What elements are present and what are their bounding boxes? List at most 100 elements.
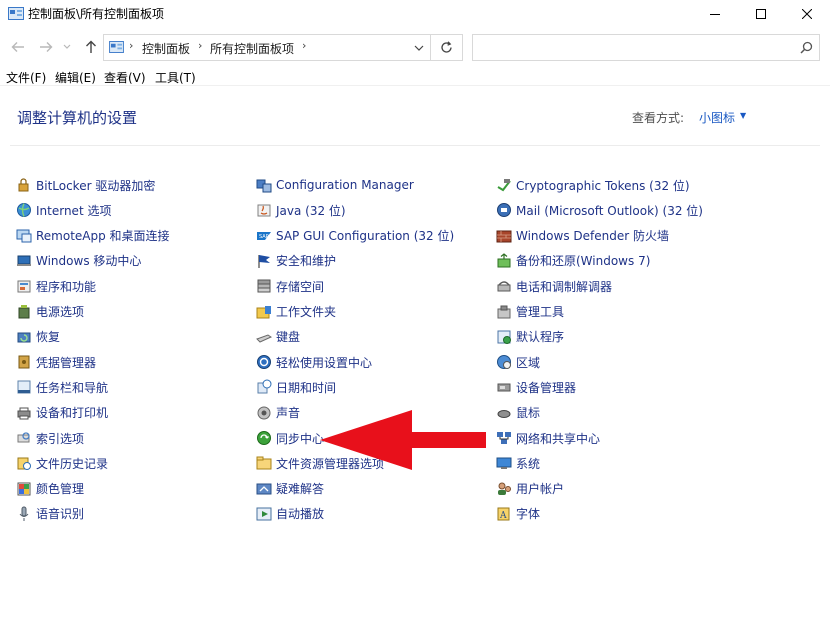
keyboard-icon: [256, 334, 272, 343]
control-panel-item[interactable]: SAP SAP GUI Configuration (32 位): [256, 226, 454, 246]
control-panel-item[interactable]: 恢复: [16, 327, 60, 347]
control-panel-item[interactable]: A 字体: [496, 504, 540, 524]
search-box[interactable]: [472, 34, 820, 61]
control-panel-item-label: 网络和共享中心: [516, 431, 601, 446]
window-title: 控制面板\所有控制面板项: [28, 7, 165, 21]
search-input[interactable]: [479, 35, 789, 59]
control-panel-item[interactable]: 网络和共享中心: [496, 428, 600, 448]
control-panel-item-label: 自动播放: [276, 507, 325, 522]
refresh-icon: [441, 41, 452, 53]
control-panel-item[interactable]: 区域: [496, 352, 540, 372]
control-panel-item-label: 存储空间: [276, 279, 325, 294]
control-panel-item[interactable]: 系统: [496, 453, 540, 473]
menu-edit[interactable]: 编辑(E): [55, 69, 96, 86]
control-panel-item-label: BitLocker 驱动器加密: [36, 178, 156, 193]
power-icon: [18, 304, 30, 318]
network-icon: [497, 432, 511, 444]
search-icon[interactable]: [800, 41, 813, 54]
token-icon: [497, 179, 511, 192]
recent-locations-button[interactable]: [62, 39, 72, 55]
configuration-manager-icon: [256, 179, 272, 193]
control-panel-item-label: 声音: [276, 406, 301, 421]
taskbar-icon: [17, 380, 31, 394]
control-panel-item-label: 颜色管理: [36, 482, 85, 497]
control-panel-item[interactable]: 自动播放: [256, 504, 324, 524]
control-panel-item[interactable]: 电话和调制解调器: [496, 276, 612, 296]
view-by-dropdown[interactable]: 小图标: [699, 109, 735, 126]
control-panel-item[interactable]: Windows Defender 防火墙: [496, 226, 669, 246]
control-panel-item-label: 同步中心: [276, 431, 325, 446]
control-panel-item[interactable]: 日期和时间: [256, 377, 336, 397]
control-panel-item[interactable]: 颜色管理: [16, 479, 84, 499]
control-panel-item-label: RemoteApp 和桌面连接: [36, 229, 170, 244]
up-arrow-icon: [86, 40, 96, 53]
control-panel-item[interactable]: 同步中心: [256, 428, 324, 448]
control-panel-item[interactable]: 文件历史记录: [16, 453, 108, 473]
navigation-bar: › 控制面板 › 所有控制面板项 ›: [0, 31, 830, 63]
control-panel-item[interactable]: Cryptographic Tokens (32 位): [496, 175, 690, 195]
control-panel-item[interactable]: 备份和还原(Windows 7): [496, 251, 650, 271]
red-arrow-annotation: [320, 410, 486, 470]
firewall-icon: [496, 230, 512, 243]
control-panel-item[interactable]: 程序和功能: [16, 276, 96, 296]
control-panel-item[interactable]: 鼠标: [496, 403, 540, 423]
control-panel-item[interactable]: 存储空间: [256, 276, 324, 296]
control-panel-item[interactable]: 设备管理器: [496, 377, 576, 397]
indexing-icon: [17, 432, 30, 443]
back-button[interactable]: [10, 39, 26, 55]
control-panel-item[interactable]: 默认程序: [496, 327, 564, 347]
control-panel-item[interactable]: Java (32 位): [256, 200, 346, 220]
view-by-label: 查看方式:: [632, 111, 685, 125]
menu-file[interactable]: 文件(F): [6, 69, 46, 86]
control-panel-item[interactable]: Mail (Microsoft Outlook) (32 位): [496, 200, 703, 220]
control-panel-item[interactable]: 声音: [256, 403, 300, 423]
control-panel-item-label: 备份和还原(Windows 7): [516, 254, 651, 269]
control-panel-item[interactable]: RemoteApp 和桌面连接: [16, 226, 170, 246]
menu-view[interactable]: 查看(V): [104, 69, 146, 86]
refresh-button[interactable]: [430, 35, 462, 60]
control-panel-item[interactable]: 任务栏和导航: [16, 377, 108, 397]
control-panel-item[interactable]: Internet 选项: [16, 200, 111, 220]
menu-tools[interactable]: 工具(T): [155, 69, 196, 86]
recovery-icon: [17, 332, 31, 343]
address-history-button[interactable]: [414, 41, 424, 55]
mouse-icon: [497, 409, 511, 418]
control-panel-item[interactable]: 用户帐户: [496, 479, 564, 499]
control-panel-item[interactable]: Windows 移动中心: [16, 251, 141, 271]
control-panel-item[interactable]: 工作文件夹: [256, 302, 336, 322]
phone-modem-icon: [497, 281, 511, 292]
forward-button[interactable]: [38, 39, 54, 55]
sync-icon: [257, 431, 271, 445]
control-panel-item[interactable]: 管理工具: [496, 302, 564, 322]
control-panel-item-label: 索引选项: [36, 431, 85, 446]
up-button[interactable]: [83, 39, 99, 55]
control-panel-item-label: 程序和功能: [36, 279, 97, 294]
control-panel-item[interactable]: 索引选项: [16, 428, 84, 448]
control-panel-item[interactable]: 凭据管理器: [16, 352, 96, 372]
control-panel-item-label: 轻松使用设置中心: [276, 355, 373, 370]
breadcrumb-all-items[interactable]: 所有控制面板项: [210, 40, 294, 57]
close-button[interactable]: [784, 0, 830, 28]
control-panel-item[interactable]: 键盘: [256, 327, 300, 347]
microphone-icon: [19, 506, 29, 521]
address-bar[interactable]: › 控制面板 › 所有控制面板项 ›: [103, 34, 463, 61]
breadcrumb-control-panel[interactable]: 控制面板: [142, 40, 190, 57]
control-panel-item[interactable]: BitLocker 驱动器加密: [16, 175, 155, 195]
java-icon: [257, 204, 271, 217]
remote-desktop-icon: [16, 229, 32, 243]
control-panel-item-label: Windows Defender 防火墙: [516, 229, 669, 244]
forward-arrow-icon: [40, 42, 53, 52]
control-panel-item[interactable]: Configuration Manager: [256, 175, 414, 195]
back-arrow-icon: [11, 42, 24, 52]
divider: [10, 145, 820, 146]
control-panel-item[interactable]: 安全和维护: [256, 251, 336, 271]
control-panel-item[interactable]: 电源选项: [16, 302, 84, 322]
control-panel-item-label: 用户帐户: [516, 482, 565, 497]
control-panel-item[interactable]: 语音识别: [16, 504, 84, 524]
control-panel-item[interactable]: 疑难解答: [256, 479, 324, 499]
dropdown-caret-icon[interactable]: ▼: [740, 111, 746, 120]
minimize-button[interactable]: [692, 0, 738, 28]
control-panel-item[interactable]: 设备和打印机: [16, 403, 108, 423]
maximize-button[interactable]: [738, 0, 784, 28]
control-panel-item[interactable]: 轻松使用设置中心: [256, 352, 372, 372]
